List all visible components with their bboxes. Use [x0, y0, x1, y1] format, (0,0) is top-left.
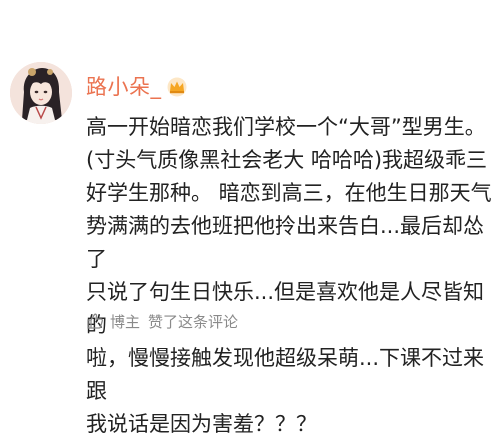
- comment-text: 高一开始暗恋我们学校一个“大哥”型男生。 (寸头气质像黑社会老大 哈哈哈)我超级…: [86, 115, 492, 436]
- author-label: 博主: [110, 312, 141, 331]
- avatar[interactable]: [10, 62, 72, 124]
- crown-icon: [166, 77, 188, 97]
- username-row: 路小朵_: [86, 74, 188, 100]
- liked-comment-text: 赞了这条评论: [148, 312, 239, 331]
- comment-footer: 博主 赞了这条评论: [86, 310, 238, 332]
- comment-card: 路小朵_ 高一开始暗恋我们学校一个“大哥”型男生。 (寸头气质像黑社会老大 哈哈…: [0, 0, 500, 436]
- avatar-illustration: [10, 62, 72, 124]
- username-link[interactable]: 路小朵_: [86, 74, 162, 100]
- thumbs-up-icon: [86, 312, 104, 330]
